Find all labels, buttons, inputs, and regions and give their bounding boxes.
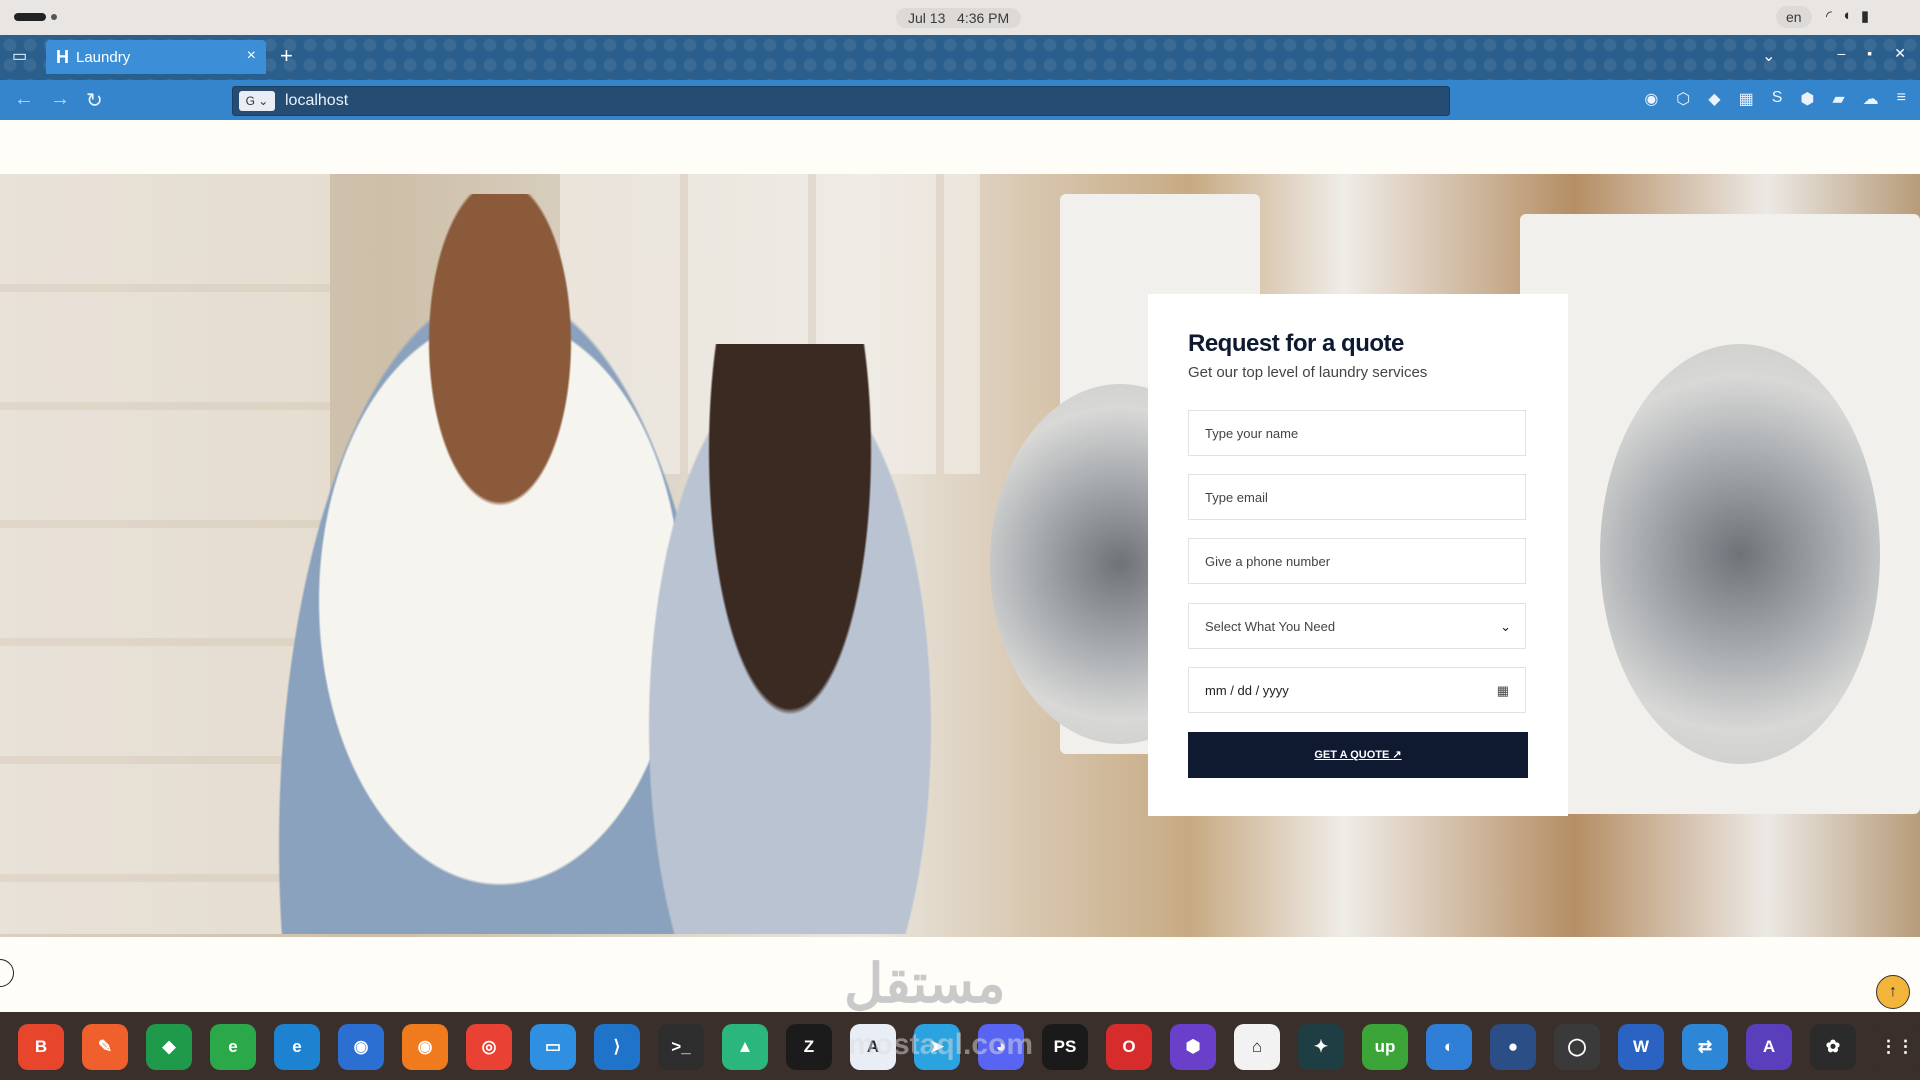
calendar-icon[interactable]: ▦ xyxy=(1497,668,1509,714)
dock: B ✎ ◆ e e ◉ ◉ ◎ ▭ ⟩ >_ ▲ Z A ➤ ◕ PS O ⬢ ⌂ ✦ up ◐ ● ◯ W ⇄ A ✿ ⋮⋮ mosta… xyxy=(0,1012,1920,1080)
reload-button[interactable]: ↻ xyxy=(86,88,103,113)
close-tab-icon[interactable]: × xyxy=(247,47,256,65)
google-icon[interactable]: G ⌄ xyxy=(239,91,275,111)
quote-form-card: Request for a quote Get our top level of… xyxy=(1148,294,1568,816)
dock-app-icon[interactable]: ⋮⋮ xyxy=(1874,1024,1920,1070)
keyboard-language[interactable]: en xyxy=(1776,6,1812,28)
battery-icon: ▮ xyxy=(1860,8,1870,25)
close-window-button[interactable]: ✕ xyxy=(1894,45,1906,62)
dock-app-icon[interactable]: ▲ xyxy=(722,1024,768,1070)
forward-button[interactable]: → xyxy=(50,88,70,111)
minimize-button[interactable]: – xyxy=(1838,45,1846,62)
dock-app-icon[interactable]: ⬢ xyxy=(1170,1024,1216,1070)
dock-app-icon[interactable]: ● xyxy=(1490,1024,1536,1070)
tab-list-chevron-icon[interactable]: ⌄ xyxy=(1762,46,1775,66)
extension-s-icon[interactable]: S xyxy=(1772,89,1783,109)
scroll-to-top-button[interactable]: ↑ xyxy=(1876,975,1910,1009)
workspace-indicator xyxy=(51,14,57,20)
dock-app-icon[interactable]: O xyxy=(1106,1024,1152,1070)
quote-form-title: Request for a quote xyxy=(1188,330,1404,357)
tab-title: Laundry xyxy=(76,49,131,66)
browser-toolbar: ← → ↻ G ⌄ localhost ◉ ⬡ ◆ ▦ S ⬢ ▰ ☁ ≡ xyxy=(0,80,1920,120)
dock-app-icon[interactable]: ⇄ xyxy=(1682,1024,1728,1070)
volume-icon: ◖ xyxy=(1841,7,1851,24)
clock-date: Jul 13 xyxy=(908,10,946,26)
dock-app-icon[interactable]: Z xyxy=(786,1024,832,1070)
tab-laundry[interactable]: H Laundry × xyxy=(46,40,266,74)
washer-drum-right xyxy=(1600,344,1880,764)
dock-app-icon[interactable]: A xyxy=(1746,1024,1792,1070)
name-input[interactable]: Type your name xyxy=(1188,410,1526,456)
play-icon[interactable] xyxy=(0,959,14,987)
clock-time: 4:36 PM xyxy=(957,10,1010,26)
dock-app-icon[interactable]: e xyxy=(274,1024,320,1070)
url-text[interactable]: localhost xyxy=(285,92,348,110)
extension-hex-icon[interactable]: ⬢ xyxy=(1800,89,1814,109)
dock-app-icon[interactable]: ✿ xyxy=(1810,1024,1856,1070)
dock-app-icon[interactable]: B xyxy=(18,1024,64,1070)
dock-app-icon[interactable]: up xyxy=(1362,1024,1408,1070)
maximize-button[interactable]: ▪ xyxy=(1867,45,1872,62)
new-tab-button[interactable]: + xyxy=(280,43,293,69)
favicon-icon: H xyxy=(56,47,69,67)
date-placeholder: mm / dd / yyyy xyxy=(1205,683,1289,698)
page-footer-area: مستقل ↑ xyxy=(0,937,1920,1015)
profile-icon[interactable]: ◉ xyxy=(1644,89,1658,109)
back-button[interactable]: ← xyxy=(14,88,34,111)
dock-app-icon[interactable]: ◎ xyxy=(466,1024,512,1070)
extension-grid-icon[interactable]: ▦ xyxy=(1739,89,1754,109)
dock-app-icon[interactable]: ▭ xyxy=(530,1024,576,1070)
address-bar[interactable]: G ⌄ localhost xyxy=(232,86,1450,116)
dock-app-icon[interactable]: >_ xyxy=(658,1024,704,1070)
watermark-logo: مستقل xyxy=(844,951,1006,1015)
wifi-icon: ◜ xyxy=(1826,8,1832,25)
girl-figure xyxy=(640,344,940,934)
service-select[interactable]: Select What You Need ⌄ xyxy=(1188,603,1526,649)
watermark-text: mostaql.com xyxy=(848,1028,1034,1061)
dock-app-icon[interactable]: ◆ xyxy=(146,1024,192,1070)
extension-puzzle-icon[interactable]: ⬡ xyxy=(1676,89,1690,109)
extension-cloud-icon[interactable]: ☁ xyxy=(1863,89,1879,109)
dock-app-icon[interactable]: ◉ xyxy=(402,1024,448,1070)
browser-tab-strip: ▭ H Laundry × + ⌄ – ▪ ✕ xyxy=(0,35,1920,80)
system-tray[interactable]: ◜ ◖ ▮ xyxy=(1826,7,1869,25)
dock-app-icon[interactable]: ✎ xyxy=(82,1024,128,1070)
service-select-value: Select What You Need xyxy=(1205,619,1336,634)
dock-app-icon[interactable]: ✦ xyxy=(1298,1024,1344,1070)
hero-image xyxy=(0,174,1920,937)
menu-icon[interactable]: ≡ xyxy=(1897,89,1906,109)
email-input[interactable]: Type email xyxy=(1188,474,1526,520)
chevron-down-icon: ⌄ xyxy=(1500,619,1511,634)
dock-app-icon[interactable]: ◐ xyxy=(1426,1024,1472,1070)
quote-form-subtitle: Get our top level of laundry services xyxy=(1188,364,1428,381)
get-a-quote-button[interactable]: GET A QUOTE ↗ xyxy=(1188,732,1528,778)
os-top-bar: Jul 13 4:36 PM en ◜ ◖ ▮ xyxy=(0,0,1920,35)
dock-app-icon[interactable]: ◉ xyxy=(338,1024,384,1070)
activities-button[interactable] xyxy=(14,13,46,21)
clock[interactable]: Jul 13 4:36 PM xyxy=(896,8,1022,28)
phone-input[interactable]: Give a phone number xyxy=(1188,538,1526,584)
extensions-bar: ◉ ⬡ ◆ ▦ S ⬢ ▰ ☁ ≡ xyxy=(1644,89,1906,109)
extension-diamond-icon[interactable]: ◆ xyxy=(1708,89,1720,109)
window-controls: – ▪ ✕ xyxy=(1838,45,1907,62)
dock-app-icon[interactable]: ◯ xyxy=(1554,1024,1600,1070)
tab-manager-icon[interactable]: ▭ xyxy=(12,46,27,66)
dock-app-icon[interactable]: PS xyxy=(1042,1024,1088,1070)
dock-app-icon[interactable]: ⟩ xyxy=(594,1024,640,1070)
date-input[interactable]: mm / dd / yyyy ▦ xyxy=(1188,667,1526,713)
dock-app-icon[interactable]: W xyxy=(1618,1024,1664,1070)
dock-app-icon[interactable]: ⌂ xyxy=(1234,1024,1280,1070)
extension-flag-icon[interactable]: ▰ xyxy=(1832,89,1844,109)
dock-app-icon[interactable]: e xyxy=(210,1024,256,1070)
